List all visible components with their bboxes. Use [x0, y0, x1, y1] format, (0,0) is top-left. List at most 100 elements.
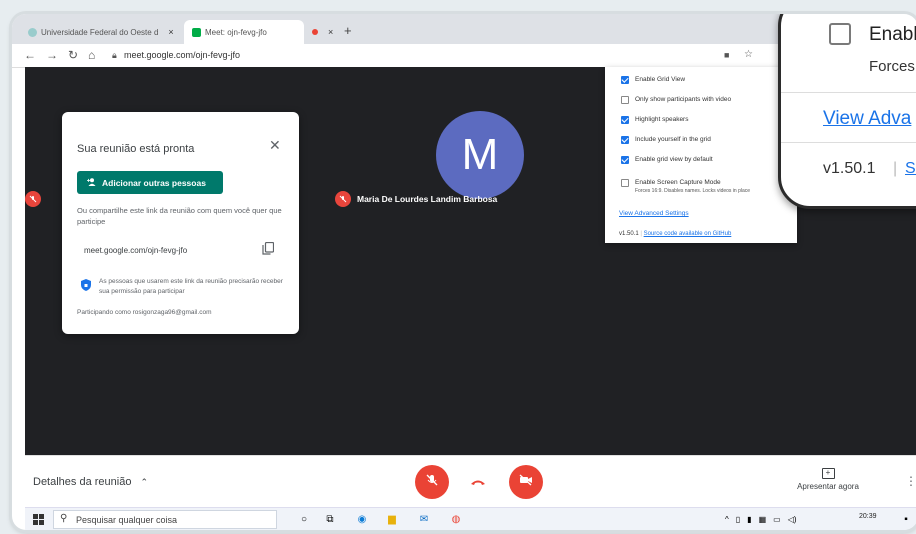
add-people-label: Adicionar outras pessoas — [102, 177, 206, 188]
chevron-up-icon: ⌃ — [140, 477, 149, 487]
security-note: As pessoas que usarem este link da reuni… — [99, 278, 283, 295]
system-tray: ^ ▯ ▮ ▦ ▭ ◁) — [725, 512, 855, 526]
chevron-up-icon[interactable]: ^ — [725, 515, 729, 524]
mail-icon[interactable]: ✉ — [417, 512, 431, 526]
volume-icon[interactable]: ◁) — [788, 515, 797, 524]
option-include-yourself[interactable]: Include yourself in the grid — [621, 136, 711, 144]
close-tab-icon[interactable]: × — [328, 27, 333, 37]
checkbox-checked-icon[interactable] — [621, 76, 629, 84]
option-grid-by-default[interactable]: Enable grid view by default — [621, 156, 713, 164]
checkbox-unchecked-icon[interactable] — [621, 96, 629, 104]
battery-icon[interactable]: ▭ — [773, 515, 781, 524]
participating-as: Participando como rosigonzaga96@gmail.co… — [77, 309, 212, 316]
checkbox-checked-icon[interactable] — [621, 136, 629, 144]
checkbox-unchecked-icon[interactable] — [621, 179, 629, 187]
search-icon: ⚲ — [60, 513, 68, 524]
mic-off-icon — [25, 191, 41, 207]
record-icon — [312, 29, 318, 35]
divider — [781, 92, 916, 93]
tab-recording[interactable]: × — [304, 20, 340, 44]
url-field[interactable]: meet.google.com/ojn-fevg-jfo — [124, 50, 240, 60]
option-enable-grid-view[interactable]: Enable Grid View — [621, 76, 685, 84]
participant-name: Maria De Lourdes Landim Barbosa — [357, 194, 498, 204]
clock[interactable]: 20:39 — [859, 513, 877, 520]
edge-icon[interactable]: ◉ — [355, 512, 369, 526]
close-icon[interactable]: ✕ — [269, 137, 281, 154]
tab-title: Meet: ojn-fevg-jfo — [205, 27, 267, 37]
meeting-ready-dialog: Sua reunião está pronta ✕ Adicionar outr… — [62, 112, 299, 334]
zoom-advanced-link[interactable]: View Adva — [823, 108, 911, 130]
zoom-forces-label: Forces — [869, 58, 915, 75]
meeting-details-label: Detalhes da reunião — [33, 476, 132, 488]
back-icon[interactable]: ← — [24, 48, 36, 62]
meet-control-bar: Detalhes da reunião ⌃ + Apresentar agora… — [25, 455, 916, 507]
cortana-icon[interactable]: ○ — [297, 512, 311, 526]
chrome-icon[interactable]: ◍ — [449, 512, 463, 526]
camera-icon[interactable]: ■ — [724, 50, 729, 60]
forward-icon[interactable]: → — [46, 48, 58, 62]
taskbar-search-input[interactable]: ⚲ Pesquisar qualquer coisa — [53, 510, 277, 529]
close-tab-icon[interactable]: × — [168, 27, 173, 37]
windows-start-icon[interactable] — [31, 512, 45, 526]
option-highlight-speakers[interactable]: Highlight speakers — [621, 116, 688, 124]
screenshot-frame: Universidade Federal do Oeste d × Meet: … — [12, 14, 916, 530]
copy-icon[interactable] — [262, 241, 275, 260]
present-icon: + — [821, 468, 835, 479]
option-sublabel: Forces 16:9. Disables names. Locks video… — [635, 188, 751, 194]
zoom-version: v1.50.1 — [823, 160, 876, 177]
globe-icon — [28, 27, 37, 37]
mic-icon[interactable]: ▮ — [747, 515, 751, 524]
divider — [781, 142, 916, 143]
dialog-title: Sua reunião está pronta — [77, 143, 195, 155]
meeting-link: meet.google.com/ojn-fevg-jfo — [84, 246, 188, 255]
present-label: Apresentar agora — [797, 482, 859, 491]
end-call-button[interactable] — [461, 465, 495, 499]
mic-toggle-button[interactable] — [415, 465, 449, 499]
lock-icon[interactable]: 🔒︎ — [112, 50, 117, 61]
bookmark-star-icon[interactable]: ☆ — [744, 49, 753, 60]
more-options-icon[interactable]: ⋮ — [905, 474, 916, 488]
option-label: Highlight speakers — [635, 116, 689, 123]
zoom-separator: | — [893, 160, 898, 177]
camera-toggle-button[interactable] — [509, 465, 543, 499]
share-instructions: Ou compartilhe este link da reunião com … — [77, 206, 282, 226]
zoom-source-link[interactable]: So — [905, 160, 916, 178]
participant-name-tag: Maria De Lourdes Landim Barbosa — [335, 191, 497, 207]
option-label: Only show participants with video — [635, 96, 732, 103]
search-placeholder: Pesquisar qualquer coisa — [76, 515, 178, 525]
add-people-button[interactable]: Adicionar outras pessoas — [77, 171, 223, 194]
version-line: v1.50.1 | Source code available on GitHu… — [619, 231, 732, 237]
meet-icon — [192, 27, 201, 37]
file-explorer-icon[interactable]: ▆ — [385, 512, 399, 526]
grid-view-extension-popup: Enable Grid View Only show participants … — [605, 67, 797, 243]
add-person-icon — [87, 177, 97, 188]
reload-icon[interactable]: ↻ — [68, 48, 78, 62]
tab-university[interactable]: Universidade Federal do Oeste d × — [20, 20, 182, 44]
checkbox-checked-icon[interactable] — [621, 116, 629, 124]
source-code-link[interactable]: Source code available on GitHub — [644, 231, 732, 237]
usb-icon[interactable]: ▯ — [736, 515, 740, 524]
notifications-icon[interactable]: ▪ — [899, 512, 913, 526]
version: v1.50.1 — [619, 231, 639, 237]
meeting-details-button[interactable]: Detalhes da reunião ⌃ — [33, 476, 148, 488]
zoomed-extension-inset: Enabl Forces View Adva v1.50.1 | So — [778, 14, 916, 209]
option-label: Enable grid view by default — [635, 156, 713, 163]
network-icon[interactable]: ▦ — [759, 515, 767, 524]
tab-meet[interactable]: Meet: ojn-fevg-jfo — [184, 20, 304, 44]
new-tab-button[interactable]: + — [344, 23, 352, 38]
mic-off-icon — [335, 191, 351, 207]
participant-avatar: M — [436, 111, 524, 199]
tab-title: Universidade Federal do Oeste d — [41, 27, 159, 37]
option-label: Enable Screen Capture Mode — [635, 179, 721, 186]
option-only-video[interactable]: Only show participants with video — [621, 96, 731, 104]
option-screen-capture[interactable]: Enable Screen Capture Mode Forces 16:9. … — [621, 179, 750, 194]
camera-off-icon — [519, 473, 533, 491]
checkbox-checked-icon[interactable] — [621, 156, 629, 164]
task-view-icon[interactable]: ⧉ — [323, 512, 337, 526]
present-now-button[interactable]: + Apresentar agora — [793, 468, 863, 491]
advanced-settings-link[interactable]: View Advanced Settings — [619, 210, 689, 217]
option-label: Enable Grid View — [635, 76, 686, 83]
option-label: Include yourself in the grid — [635, 136, 711, 143]
checkbox-unchecked-icon[interactable] — [829, 23, 851, 45]
home-icon[interactable]: ⌂ — [88, 48, 95, 62]
